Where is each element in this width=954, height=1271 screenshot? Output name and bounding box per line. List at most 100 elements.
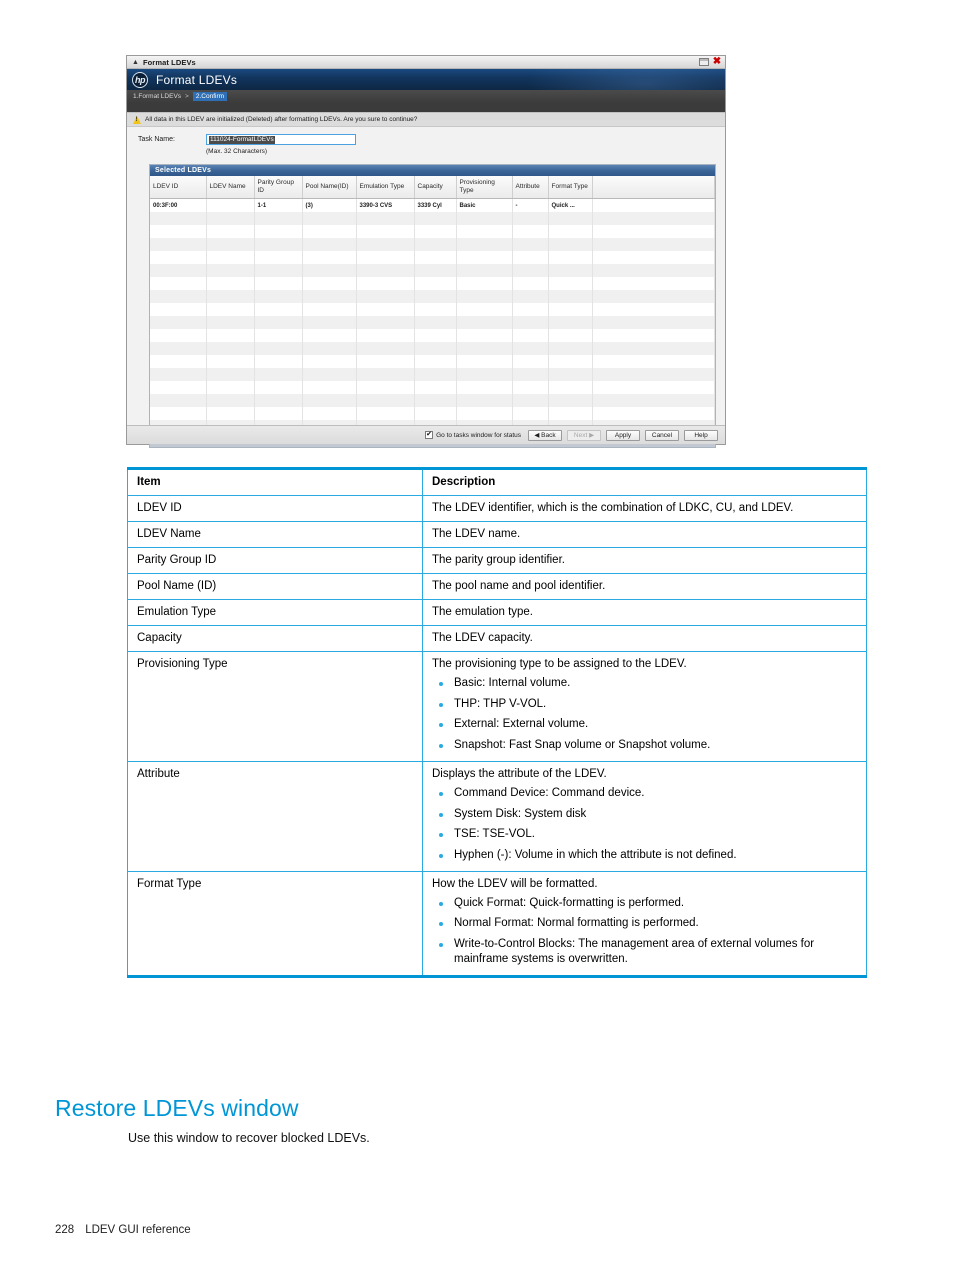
table-cell <box>512 277 549 290</box>
table-cell: 1-1 <box>254 198 303 212</box>
table-cell <box>206 329 255 342</box>
task-name-hint: (Max. 32 Characters) <box>206 148 268 155</box>
col-ldev-id[interactable]: LDEV ID <box>150 176 207 199</box>
table-cell <box>254 316 303 329</box>
table-cell <box>456 251 513 264</box>
table-cell <box>150 355 207 368</box>
col-capacity[interactable]: Capacity <box>414 176 457 199</box>
task-name-input[interactable]: 111024-FormatLDEVs <box>206 134 356 145</box>
table-cell <box>592 264 715 277</box>
table-cell <box>254 264 303 277</box>
table-cell <box>414 407 457 420</box>
doc-description-cell: The provisioning type to be assigned to … <box>422 651 867 762</box>
table-cell <box>548 407 593 420</box>
table-cell <box>150 407 207 420</box>
doc-item-cell: LDEV Name <box>127 521 423 548</box>
page-title: Restore LDEVs window <box>55 1095 299 1122</box>
next-button: Next ▶ <box>567 429 601 441</box>
table-cell <box>512 355 549 368</box>
table-cell <box>456 212 513 225</box>
doc-col-description: Description <box>422 467 867 496</box>
table-cell <box>456 355 513 368</box>
table-cell <box>356 238 415 251</box>
breadcrumb-step-2[interactable]: 2.Confirm <box>192 92 228 101</box>
table-row-empty <box>150 212 715 225</box>
description-lead: The parity group identifier. <box>432 554 565 566</box>
table-cell <box>456 238 513 251</box>
go-to-tasks-checkbox[interactable]: ✔ Go to tasks window for status <box>425 431 521 439</box>
table-cell <box>206 251 255 264</box>
doc-description-cell: The emulation type. <box>422 599 867 626</box>
table-cell <box>592 407 715 420</box>
selected-ldevs-table-body: 00:3F:00 1-1 (3) 3390-3 CVS 3339 Cyl Basic - Qu… <box>150 198 715 433</box>
table-cell <box>356 355 415 368</box>
col-emulation-type[interactable]: Emulation Type <box>356 176 415 199</box>
collapse-icon: ▲ <box>132 58 139 66</box>
close-icon[interactable]: ✖ <box>712 56 722 67</box>
table-cell <box>414 251 457 264</box>
table-cell <box>512 329 549 342</box>
table-cell <box>206 264 255 277</box>
col-pool-name-id[interactable]: Pool Name(ID) <box>302 176 357 199</box>
table-cell <box>254 381 303 394</box>
page-footer-title: LDEV GUI reference <box>85 1224 191 1236</box>
table-cell <box>302 251 357 264</box>
item-description-table: Item Description LDEV ID The LDEV identif… <box>127 467 867 978</box>
table-cell <box>512 407 549 420</box>
table-cell <box>206 225 255 238</box>
table-row-empty <box>150 368 715 381</box>
table-cell <box>302 225 357 238</box>
selected-ldevs-panel: Selected LDEVs LDEV ID LDEV Name Parity … <box>149 164 716 448</box>
table-cell <box>206 198 255 212</box>
dialog-banner: hp Format LDEVs <box>127 69 725 90</box>
bullet-item: Snapshot: Fast Snap volume or Snapshot v… <box>432 738 857 753</box>
table-cell <box>150 329 207 342</box>
doc-item-cell: LDEV ID <box>127 495 423 522</box>
col-parity-group-id[interactable]: Parity Group ID <box>254 176 303 199</box>
task-name-area: Task Name: 111024-FormatLDEVs (Max. 32 C… <box>127 127 725 159</box>
apply-button[interactable]: Apply <box>606 429 640 441</box>
cancel-button[interactable]: Cancel <box>645 429 679 441</box>
col-format-type[interactable]: Format Type <box>548 176 593 199</box>
table-row[interactable]: 00:3F:00 1-1 (3) 3390-3 CVS 3339 Cyl Basic - Qu… <box>150 198 715 212</box>
table-cell: Quick ... <box>548 198 593 212</box>
table-row-empty <box>150 329 715 342</box>
table-row-empty <box>150 251 715 264</box>
table-cell <box>414 225 457 238</box>
minimize-button[interactable] <box>699 58 709 66</box>
table-cell <box>206 342 255 355</box>
col-attribute[interactable]: Attribute <box>512 176 549 199</box>
table-cell <box>356 277 415 290</box>
table-cell <box>254 225 303 238</box>
table-row-empty <box>150 394 715 407</box>
breadcrumb-step-1[interactable]: 1.Format LDEVs <box>133 93 181 100</box>
help-button[interactable]: Help <box>684 429 718 441</box>
description-lead: The provisioning type to be assigned to … <box>432 658 687 670</box>
doc-description-cell: The parity group identifier. <box>422 547 867 574</box>
table-row: Parity Group ID The parity group identifi… <box>127 547 867 574</box>
table-cell <box>592 238 715 251</box>
table-cell <box>206 303 255 316</box>
table-cell <box>302 342 357 355</box>
back-button[interactable]: ◀ Back <box>528 429 562 441</box>
col-ldev-name[interactable]: LDEV Name <box>206 176 255 199</box>
table-row-empty <box>150 264 715 277</box>
table-cell <box>512 368 549 381</box>
table-cell <box>302 368 357 381</box>
table-cell <box>414 212 457 225</box>
table-cell <box>206 355 255 368</box>
table-cell <box>456 316 513 329</box>
table-cell <box>206 394 255 407</box>
table-cell: 3339 Cyl <box>414 198 457 212</box>
col-provisioning-type[interactable]: Provisioning Type <box>456 176 513 199</box>
table-cell <box>302 264 357 277</box>
table-cell <box>356 394 415 407</box>
description-bullet-list: Quick Format: Quick-formatting is perfor… <box>432 896 857 967</box>
table-cell <box>548 264 593 277</box>
description-lead: The LDEV name. <box>432 528 521 540</box>
table-cell <box>414 264 457 277</box>
table-cell <box>414 329 457 342</box>
table-cell <box>456 394 513 407</box>
table-cell <box>548 342 593 355</box>
bullet-item: Quick Format: Quick-formatting is perfor… <box>432 896 857 911</box>
